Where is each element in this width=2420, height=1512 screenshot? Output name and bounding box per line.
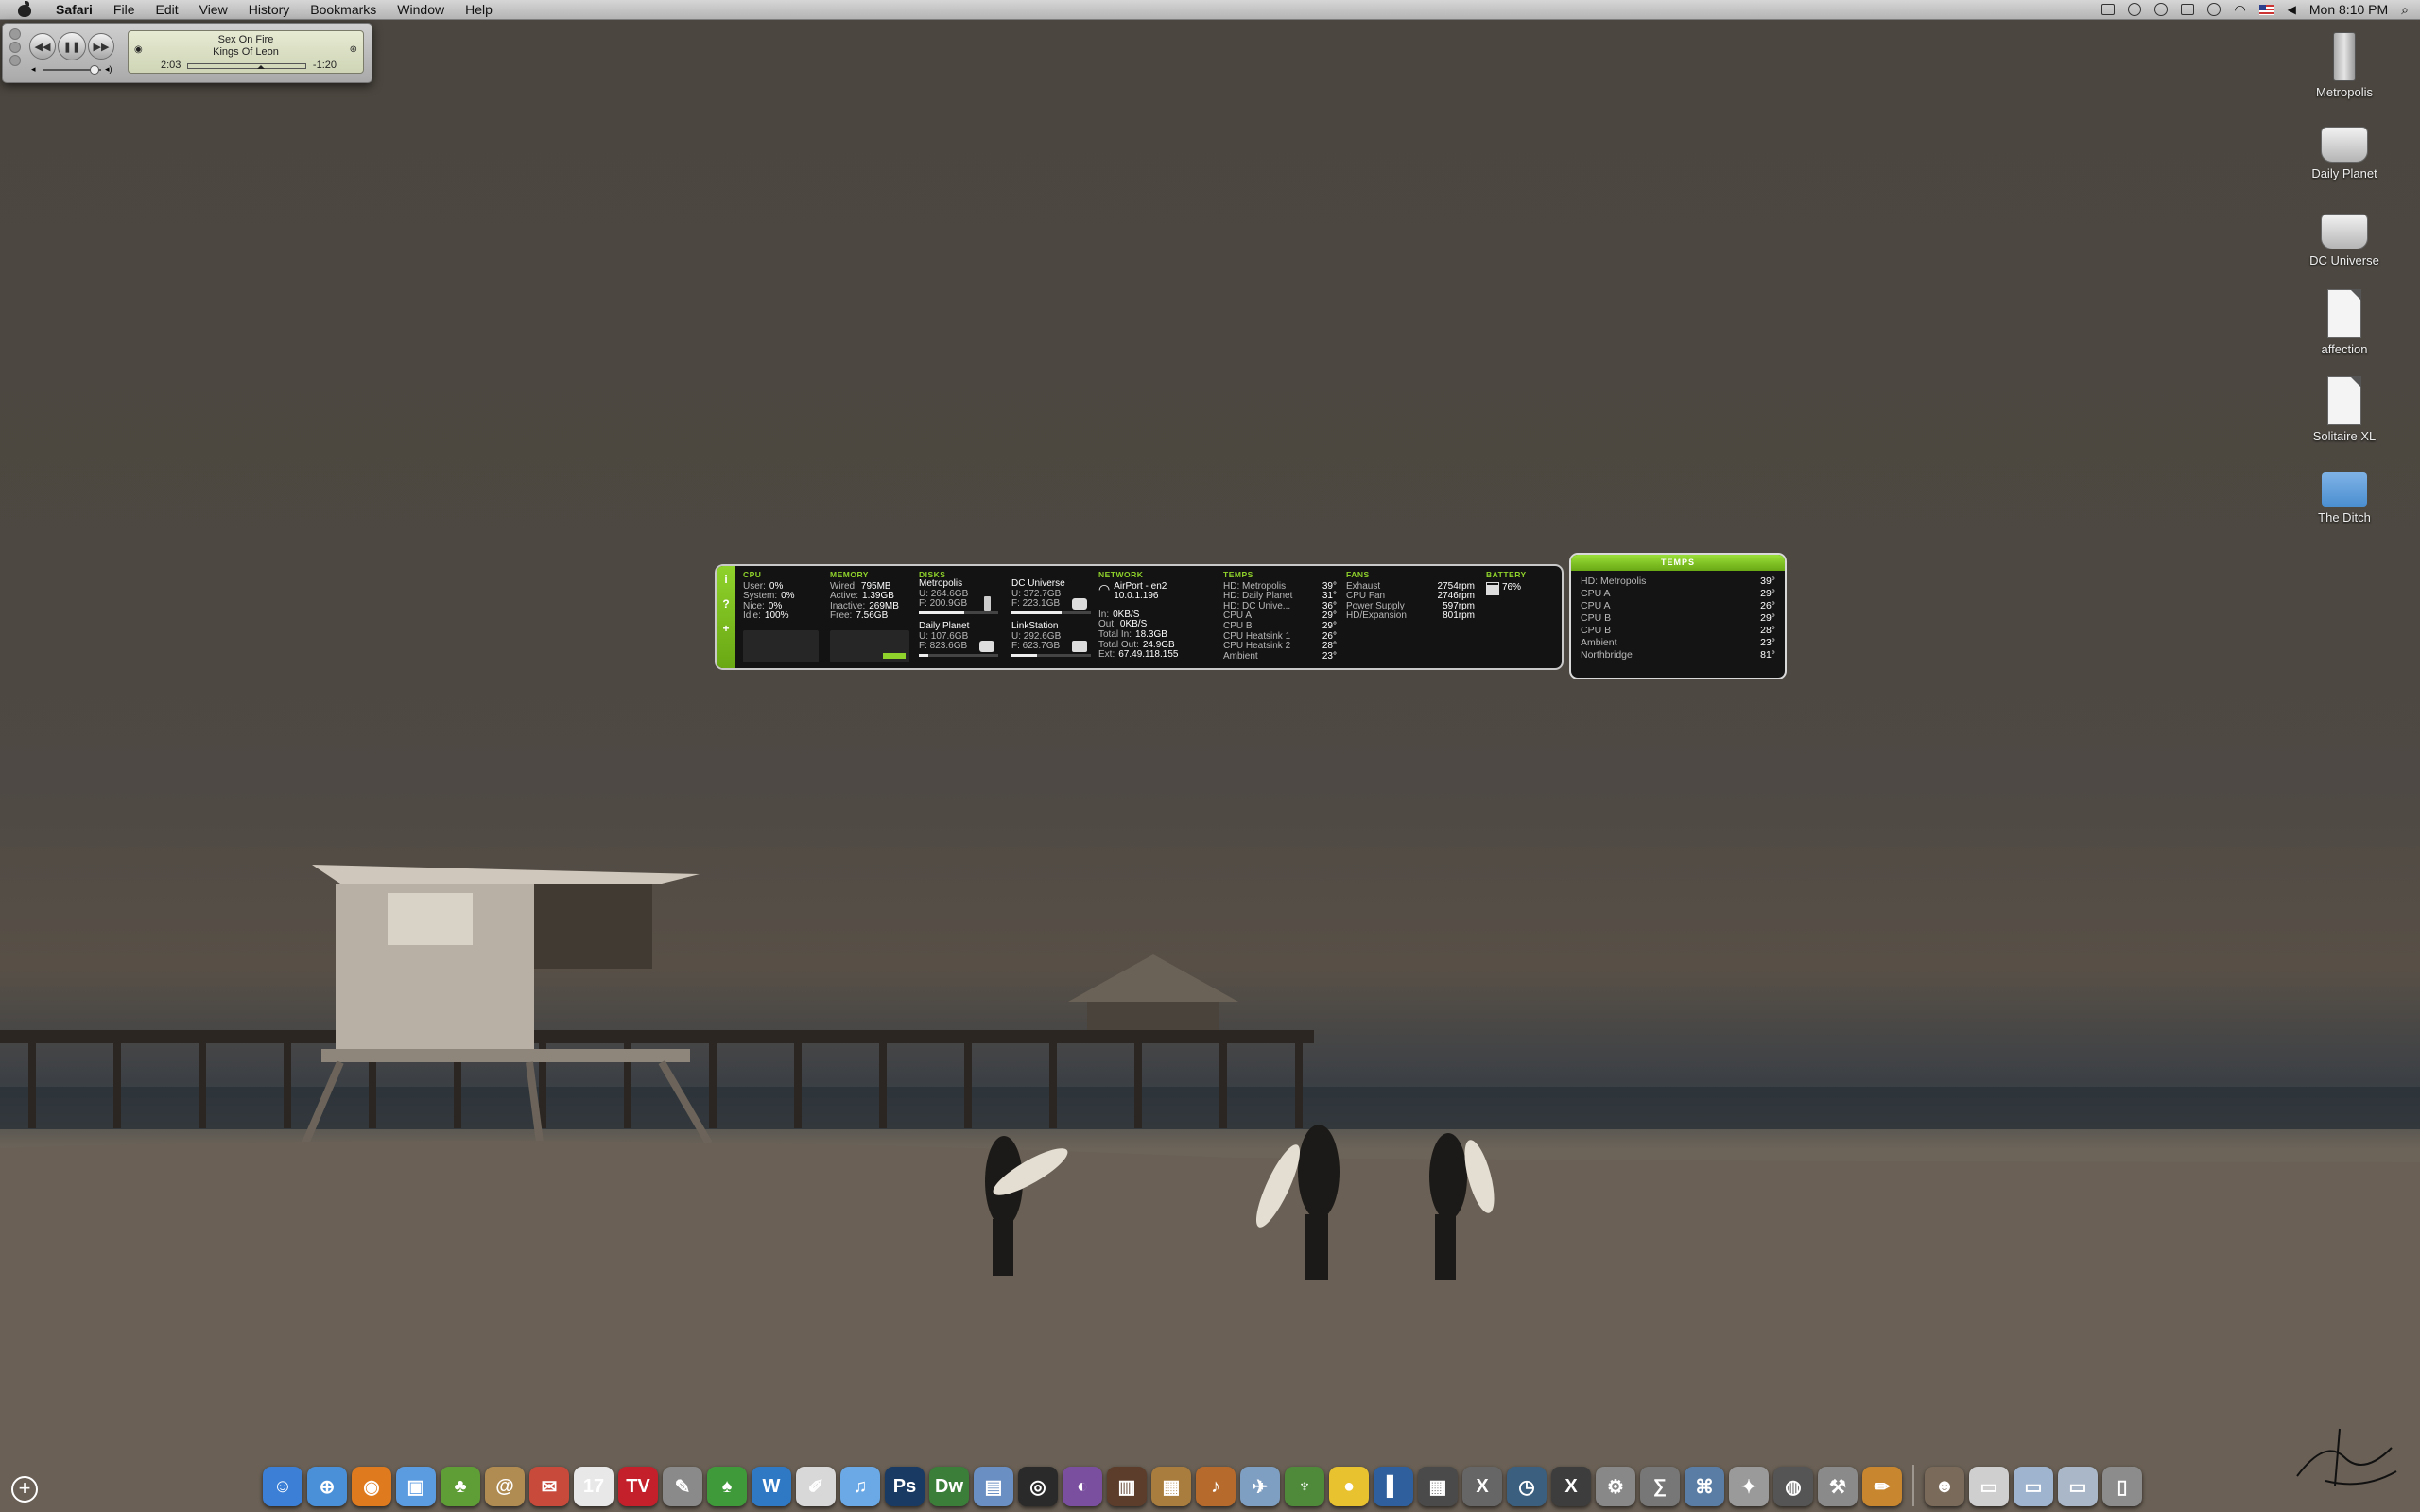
itunes-icon[interactable]: ♫: [840, 1467, 880, 1506]
guitar-icon[interactable]: ♪: [1196, 1467, 1236, 1506]
x11-icon[interactable]: X: [1462, 1467, 1502, 1506]
osx-icon[interactable]: X: [1551, 1467, 1591, 1506]
address-book-icon[interactable]: @: [485, 1467, 525, 1506]
book-icon[interactable]: ▌: [1374, 1467, 1413, 1506]
app-blue-icon[interactable]: W: [752, 1467, 791, 1506]
dock: ☺ ⊕ ◉ ▣ ♣ @ ✉ 17 TV ✎ ♠ W ✐ ♫ Ps Dw ▤ ◎ ◐ ▥ ▦ ♪ ✈ ♆ ● ▌ ▦ X ◷ X ⚙ ∑ ⌘ ✦ ◍ ⚒…: [263, 1448, 2153, 1506]
growl-icon[interactable]: ♣: [441, 1467, 480, 1506]
document-stack-icon[interactable]: ▭: [1969, 1467, 2009, 1506]
utility-icon[interactable]: ⚒: [1818, 1467, 1858, 1506]
camera-icon[interactable]: ◍: [1773, 1467, 1813, 1506]
firefox-icon[interactable]: ◉: [352, 1467, 391, 1506]
aperture-icon[interactable]: ◎: [1018, 1467, 1058, 1506]
spaces-icon[interactable]: ▦: [1418, 1467, 1458, 1506]
bookshelf-icon[interactable]: ▥: [1107, 1467, 1147, 1506]
safari-icon[interactable]: ⊕: [307, 1467, 347, 1506]
photo-portrait-icon[interactable]: ☻: [1925, 1467, 1964, 1506]
applications-folder-icon[interactable]: ▭: [2058, 1467, 2098, 1506]
colorsync-icon[interactable]: ◐: [1063, 1467, 1102, 1506]
photo-icon[interactable]: ▦: [1151, 1467, 1191, 1506]
network-icon[interactable]: ⌘: [1685, 1467, 1724, 1506]
script-icon[interactable]: ✎: [663, 1467, 702, 1506]
tv-icon[interactable]: TV: [618, 1467, 658, 1506]
duck-icon[interactable]: ●: [1329, 1467, 1369, 1506]
ical-icon[interactable]: 17: [574, 1467, 614, 1506]
dashboard-add-widget-button[interactable]: +: [11, 1476, 38, 1503]
time-machine-icon[interactable]: ◷: [1507, 1467, 1547, 1506]
airplane-icon[interactable]: ✈: [1240, 1467, 1280, 1506]
wallpaper-scene: [0, 865, 2420, 1512]
downloads-folder-icon[interactable]: ▭: [2014, 1467, 2053, 1506]
leaf-icon[interactable]: ♠: [707, 1467, 747, 1506]
ichat-icon[interactable]: ▣: [396, 1467, 436, 1506]
textedit-icon[interactable]: ✐: [796, 1467, 836, 1506]
pencil-icon[interactable]: ✏: [1862, 1467, 1902, 1506]
palm-icon[interactable]: ♆: [1285, 1467, 1324, 1506]
dreamweaver-icon[interactable]: Dw: [929, 1467, 969, 1506]
photoshop-icon[interactable]: Ps: [885, 1467, 925, 1506]
trash-icon[interactable]: ▯: [2102, 1467, 2142, 1506]
pref-pane-icon[interactable]: ✦: [1729, 1467, 1769, 1506]
signature-watermark: [2296, 1428, 2397, 1486]
preview-icon[interactable]: ▤: [974, 1467, 1013, 1506]
system-prefs-icon[interactable]: ⚙: [1596, 1467, 1635, 1506]
finder-icon[interactable]: ☺: [263, 1467, 302, 1506]
dock-separator: [1912, 1465, 1914, 1506]
calculator-icon[interactable]: ∑: [1640, 1467, 1680, 1506]
mail-stamp-icon[interactable]: ✉: [529, 1467, 569, 1506]
